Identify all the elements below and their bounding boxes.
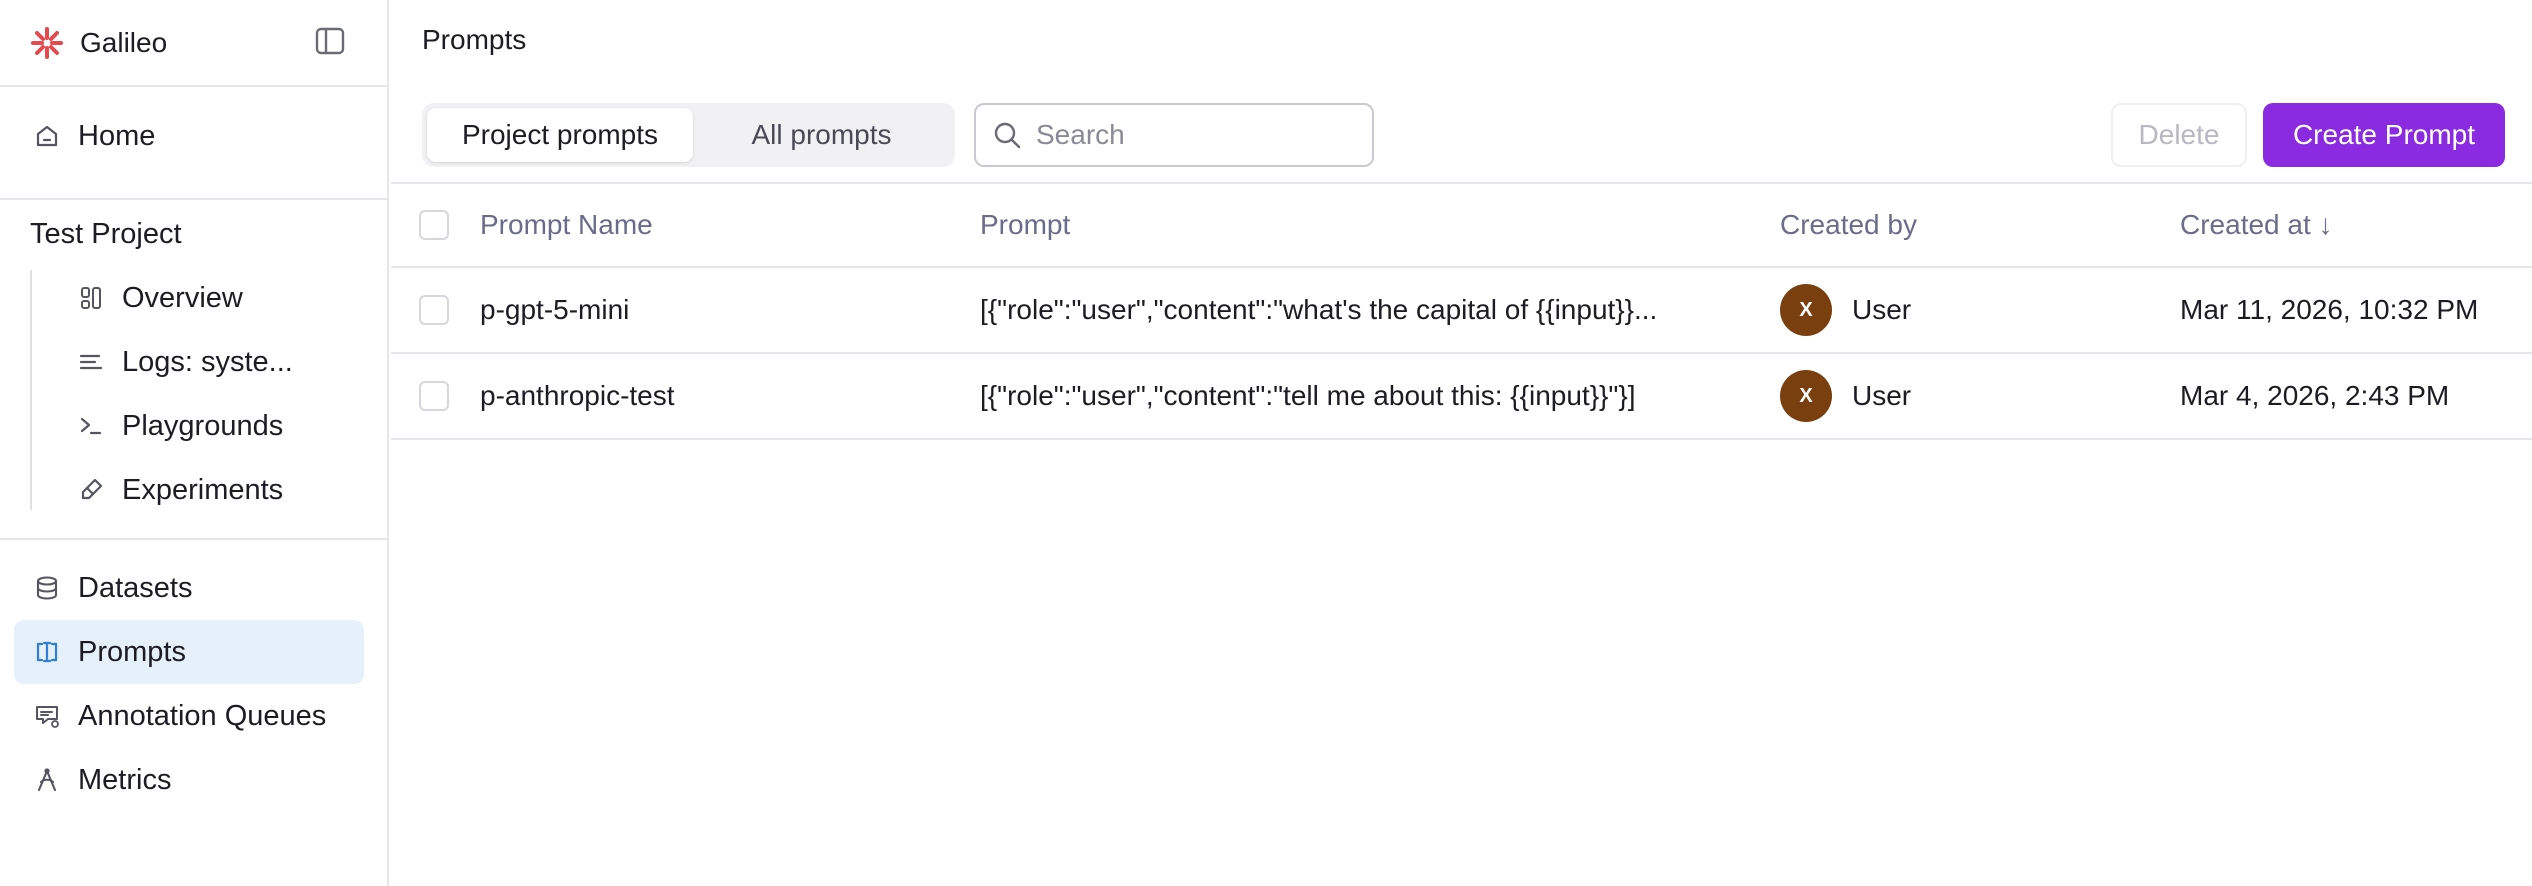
row-select-cell — [419, 354, 449, 438]
row-checkbox[interactable] — [419, 295, 449, 325]
tab-all-prompts[interactable]: All prompts — [693, 108, 950, 162]
main-content: Prompts Project prompts All prompts Dele… — [391, 0, 2532, 886]
sidebar-item-label: Datasets — [78, 571, 193, 604]
created-at-cell: Mar 4, 2026, 2:43 PM — [2180, 380, 2450, 411]
search-input[interactable] — [1036, 119, 1356, 151]
delete-button[interactable]: Delete — [2111, 103, 2247, 167]
sidebar-item-label: Overview — [122, 281, 243, 314]
sidebar-item-home[interactable]: Home — [14, 104, 364, 168]
prompt-content-cell: [{"role":"user","content":"tell me about… — [980, 380, 1636, 411]
search-box[interactable] — [974, 103, 1374, 167]
terminal-icon — [76, 411, 106, 441]
prompt-name-cell: p-gpt-5-mini — [480, 294, 630, 325]
column-header-created-by[interactable]: Created by — [1780, 184, 1917, 266]
select-all-checkbox[interactable] — [419, 210, 449, 240]
select-all-cell — [419, 184, 449, 266]
avatar: X — [1780, 370, 1832, 422]
table-row[interactable]: p-anthropic-test [{"role":"user","conten… — [391, 354, 2532, 440]
project-title: Test Project — [30, 218, 182, 250]
sidebar-item-label: Experiments — [122, 473, 284, 506]
brand-header: Galileo — [0, 0, 387, 87]
created-by-name: User — [1852, 380, 1912, 411]
column-header-created-at[interactable]: Created at ↓ — [2180, 184, 2333, 266]
sidebar-item-logs[interactable]: Logs: syste... — [60, 330, 360, 394]
database-icon — [32, 573, 62, 603]
galileo-logo-icon — [31, 26, 63, 59]
column-header-prompt[interactable]: Prompt — [980, 184, 1070, 266]
created-by-cell: X User — [1780, 268, 1911, 352]
page-title: Prompts — [422, 24, 527, 55]
annotation-icon — [32, 701, 62, 731]
logs-icon — [76, 347, 106, 377]
sidebar-divider — [0, 538, 389, 540]
prompt-content-cell: [{"role":"user","content":"what's the ca… — [980, 294, 1658, 325]
sidebar-item-prompts[interactable]: Prompts — [14, 620, 364, 684]
sidebar-item-label: Annotation Queues — [78, 699, 327, 732]
sidebar-toggle-icon[interactable] — [313, 24, 347, 58]
sidebar-item-label: Playgrounds — [122, 409, 284, 442]
sidebar-item-experiments[interactable]: Experiments — [60, 458, 360, 522]
sidebar-item-label: Metrics — [78, 763, 172, 796]
column-header-prompt-name[interactable]: Prompt Name — [480, 184, 653, 266]
sidebar-item-metrics[interactable]: Metrics — [14, 748, 364, 812]
prompt-icon — [32, 637, 62, 667]
row-select-cell — [419, 268, 449, 352]
avatar: X — [1780, 284, 1832, 336]
sidebar-item-label: Home — [78, 119, 156, 152]
prompts-scope-tabs: Project prompts All prompts — [422, 103, 955, 167]
prompts-table: Prompt Name Prompt Created by Created at… — [391, 182, 2532, 440]
created-at-cell: Mar 11, 2026, 10:32 PM — [2180, 294, 2479, 325]
home-icon — [32, 121, 62, 151]
sidebar: Galileo Home Test Project Overview Logs:… — [0, 0, 389, 886]
sidebar-item-label: Prompts — [78, 635, 186, 668]
created-by-name: User — [1852, 294, 1912, 325]
created-by-cell: X User — [1780, 354, 1911, 438]
create-prompt-button[interactable]: Create Prompt — [2263, 103, 2505, 167]
table-header: Prompt Name Prompt Created by Created at… — [391, 182, 2532, 268]
sidebar-item-label: Logs: syste... — [122, 345, 293, 378]
sidebar-item-playgrounds[interactable]: Playgrounds — [60, 394, 360, 458]
sidebar-item-datasets[interactable]: Datasets — [14, 556, 364, 620]
table-row[interactable]: p-gpt-5-mini [{"role":"user","content":"… — [391, 268, 2532, 354]
prompt-name-cell: p-anthropic-test — [480, 380, 675, 411]
row-checkbox[interactable] — [419, 381, 449, 411]
flask-icon — [76, 475, 106, 505]
sidebar-item-annotation-queues[interactable]: Annotation Queues — [14, 684, 364, 748]
tab-project-prompts[interactable]: Project prompts — [427, 108, 693, 162]
brand-name: Galileo — [80, 26, 168, 58]
sidebar-divider — [0, 198, 389, 200]
overview-icon — [76, 283, 106, 313]
search-icon — [994, 122, 1021, 149]
metrics-icon — [32, 765, 62, 795]
sidebar-item-overview[interactable]: Overview — [60, 266, 360, 330]
project-tree-line — [30, 270, 32, 510]
